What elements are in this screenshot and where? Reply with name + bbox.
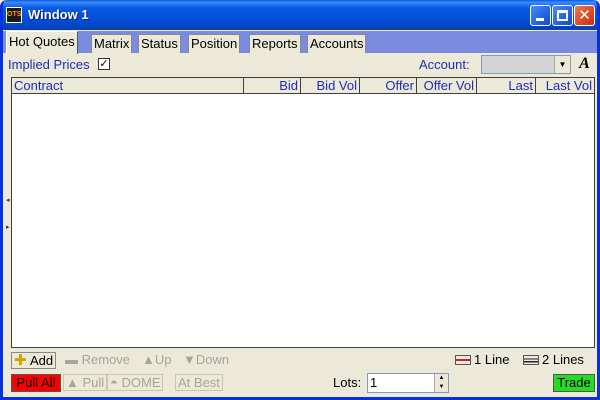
col-header-offer-vol[interactable]: Offer Vol — [417, 78, 477, 94]
lots-value[interactable]: 1 — [370, 375, 377, 390]
dome-icon: ◓ — [110, 375, 118, 390]
add-button[interactable]: ✚ Add — [11, 352, 57, 369]
chevron-down-icon[interactable]: ▼ — [554, 56, 570, 73]
tab-matrix[interactable]: Matrix — [91, 34, 133, 53]
trade-button[interactable]: Trade — [553, 374, 595, 392]
maximize-icon — [557, 10, 568, 21]
pull-all-button[interactable]: Pull All — [11, 374, 61, 392]
arrow-up-icon: ▲ — [142, 352, 155, 367]
one-line-label: 1 Line — [474, 352, 510, 367]
quotes-grid[interactable]: Contract Bid Bid Vol Offer Offer Vol Las… — [11, 77, 595, 348]
app-window: OTS Window 1 ✕ Hot Quotes Matrix Status … — [0, 0, 600, 400]
remove-label: Remove — [81, 352, 131, 367]
pull-label: Pull — [82, 375, 105, 390]
down-label: Down — [195, 352, 230, 367]
at-best-button[interactable]: At Best — [175, 374, 223, 391]
tab-status[interactable]: Status — [138, 34, 181, 53]
pull-button[interactable]: ▲ Pull — [63, 374, 108, 391]
tab-reports[interactable]: Reports — [249, 34, 301, 53]
maximize-button[interactable] — [552, 5, 573, 26]
close-button[interactable]: ✕ — [574, 5, 595, 26]
window-title: Window 1 — [28, 7, 89, 22]
minimize-icon — [536, 18, 544, 21]
two-lines-icon — [523, 355, 539, 365]
app-icon: OTS — [6, 7, 22, 23]
col-header-last-vol[interactable]: Last Vol — [536, 78, 594, 94]
two-lines-label: 2 Lines — [542, 352, 584, 367]
col-header-last[interactable]: Last — [477, 78, 536, 94]
lots-stepper[interactable]: 1 ▲ ▼ — [367, 373, 449, 393]
one-line-button[interactable]: 1 Line — [453, 352, 511, 369]
col-header-contract[interactable]: Contract — [12, 78, 244, 94]
add-label: Add — [30, 353, 54, 368]
dome-label: DOME — [121, 375, 161, 390]
two-lines-button[interactable]: 2 Lines — [521, 352, 586, 369]
minimize-button[interactable] — [530, 5, 551, 26]
title-bar[interactable]: OTS Window 1 ✕ — [3, 0, 597, 30]
tab-accounts[interactable]: Accounts — [307, 34, 367, 53]
spinner-icon[interactable]: ▲ ▼ — [434, 374, 448, 392]
arrow-down-icon: ▼ — [183, 352, 196, 367]
col-header-bid[interactable]: Bid — [244, 78, 301, 94]
col-header-offer[interactable]: Offer — [360, 78, 417, 94]
close-icon: ✕ — [578, 7, 591, 24]
tab-strip: Hot Quotes Matrix Status Position Report… — [3, 31, 597, 54]
implied-prices-label: Implied Prices — [8, 57, 90, 72]
splitter-handle[interactable]: ◂ ▸ — [6, 196, 10, 232]
add-icon: ✚ — [14, 352, 27, 369]
account-label: Account: — [419, 57, 470, 72]
account-dropdown[interactable]: ▼ — [481, 55, 571, 74]
up-button[interactable]: ▲Up — [140, 352, 174, 369]
remove-button[interactable]: ▬ Remove — [63, 352, 132, 369]
remove-icon: ▬ — [65, 352, 78, 367]
pull-icon: ▲ — [66, 375, 79, 390]
lots-label: Lots: — [333, 375, 362, 390]
col-header-bid-vol[interactable]: Bid Vol — [301, 78, 360, 94]
font-button[interactable]: A — [575, 54, 594, 74]
dome-button[interactable]: ◓ DOME — [107, 374, 164, 391]
implied-prices-checkbox[interactable]: ✓ — [98, 58, 110, 70]
down-button[interactable]: ▼Down — [181, 352, 231, 369]
up-label: Up — [154, 352, 172, 367]
grid-header: Contract Bid Bid Vol Offer Offer Vol Las… — [12, 78, 594, 94]
one-line-icon — [455, 355, 471, 365]
tab-hot-quotes[interactable]: Hot Quotes — [6, 31, 78, 54]
tab-position[interactable]: Position — [188, 34, 241, 53]
